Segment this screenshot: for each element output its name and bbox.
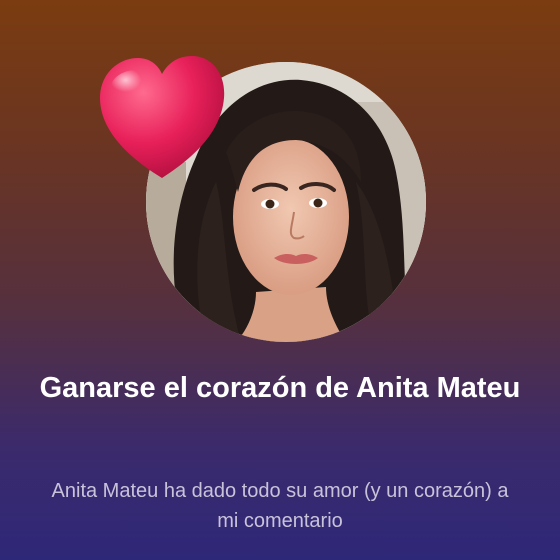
achievement-card: Ganarse el corazón de Anita Mateu Anita …	[0, 0, 560, 560]
heart-icon	[92, 50, 232, 185]
notification-title: Ganarse el corazón de Anita Mateu	[39, 372, 521, 404]
notification-description: Anita Mateu ha dado todo su amor (y un c…	[51, 480, 509, 532]
